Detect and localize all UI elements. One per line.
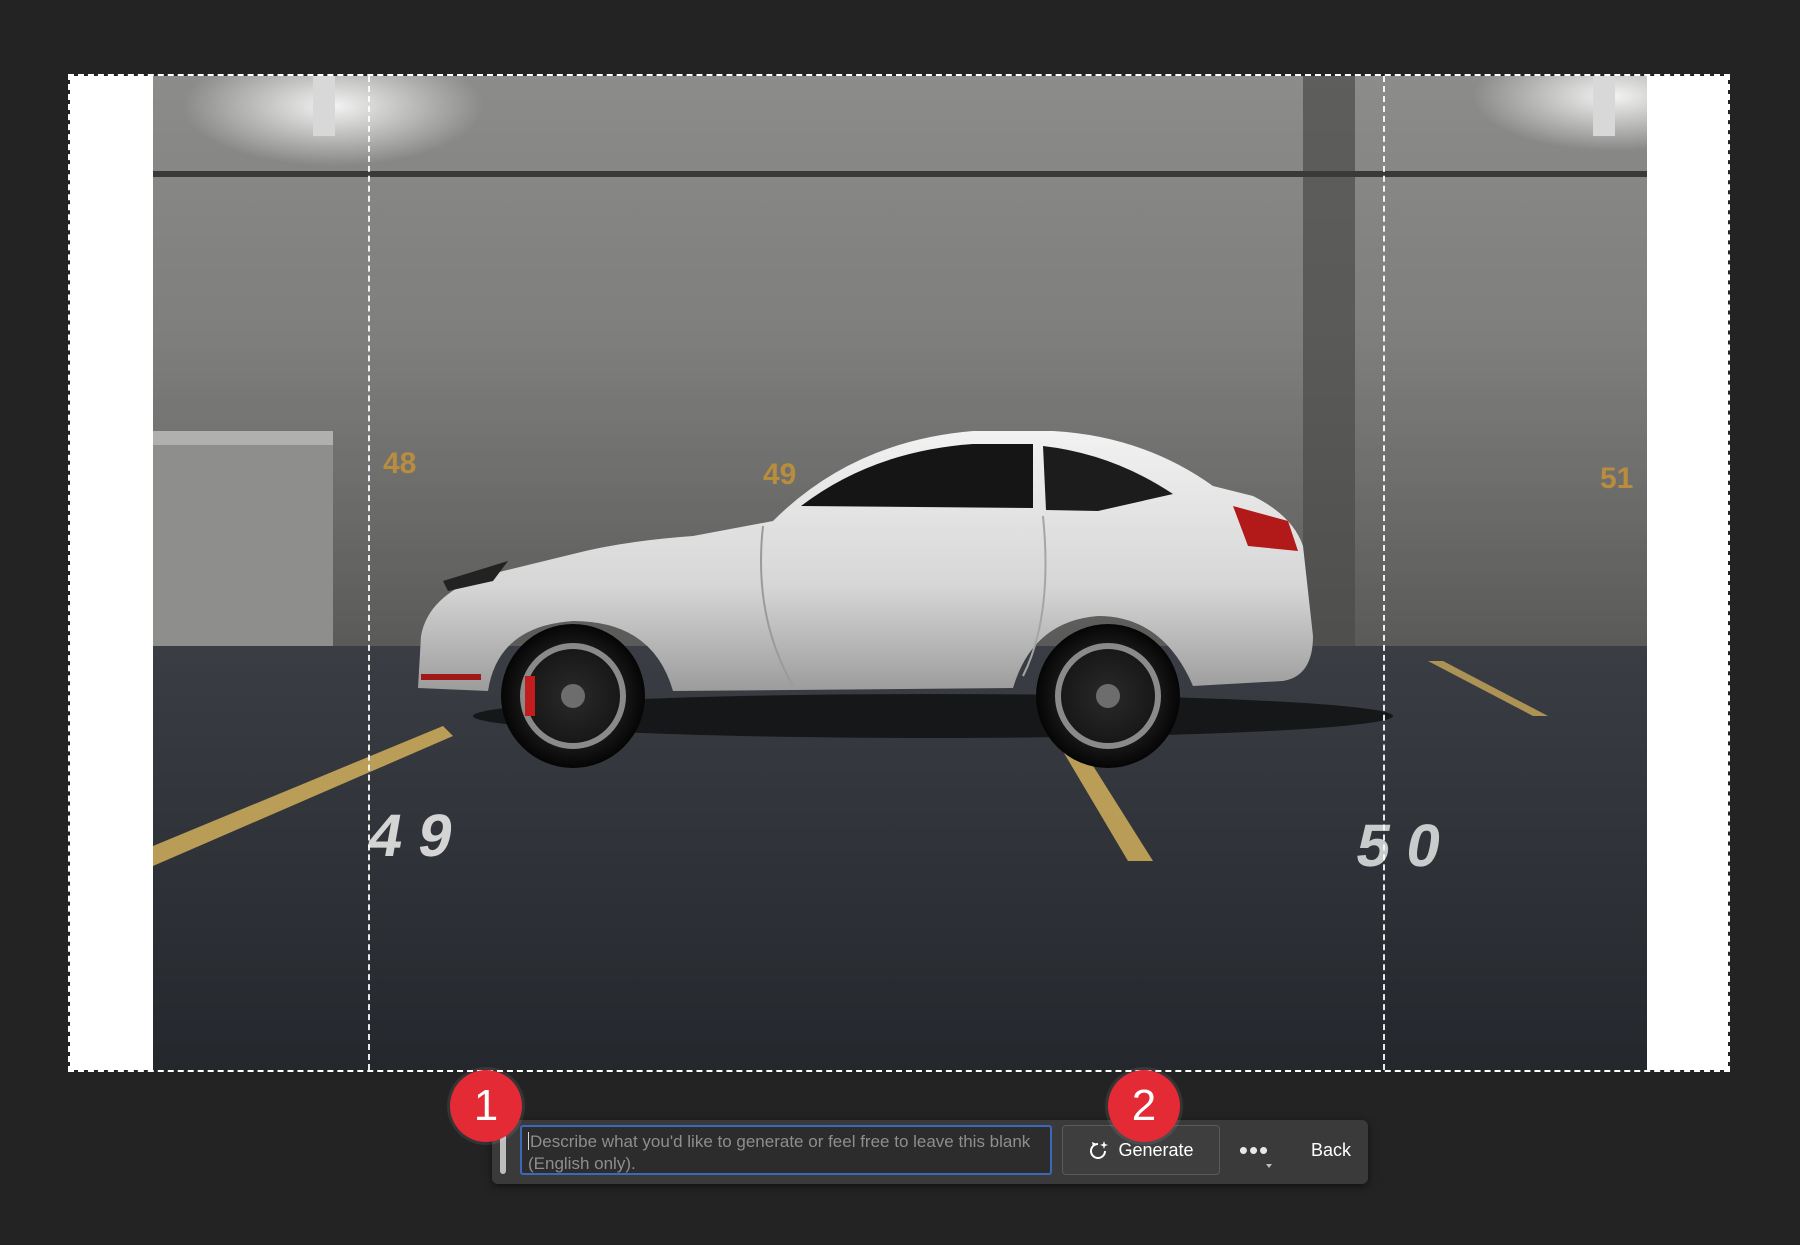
svg-text:51: 51 [1600,462,1633,495]
svg-text:49: 49 [763,458,796,491]
document-canvas[interactable]: 48 49 51 4 9 5 0 [68,74,1730,1072]
svg-text:4 9: 4 9 [363,801,458,868]
selection-edge-left [368,76,370,1070]
annotation-marker-2-label: 2 [1131,1081,1157,1130]
more-dots-icon: ••• [1238,1134,1270,1165]
more-options-button[interactable]: ••• [1236,1128,1272,1172]
svg-text:48: 48 [383,447,416,480]
generative-sparkle-refresh-icon [1088,1139,1110,1161]
back-button[interactable]: Back [1302,1128,1360,1172]
generate-label: Generate [1118,1139,1194,1160]
svg-text:5 0: 5 0 [1351,811,1446,878]
drag-handle[interactable] [500,1134,506,1174]
dropdown-triangle-icon [1266,1164,1272,1168]
selection-edge-right [1383,76,1385,1070]
annotation-marker-2: 2 [1108,1070,1180,1142]
text-caret [528,1132,529,1150]
back-label: Back [1310,1139,1352,1160]
annotation-marker-1: 1 [450,1070,522,1142]
car-photo-graphic: 48 49 51 4 9 5 0 [153,76,1647,1070]
contextual-task-bar: Describe what you'd like to generate or … [492,1120,1368,1184]
prompt-placeholder: Describe what you'd like to generate or … [528,1132,1031,1173]
prompt-input[interactable]: Describe what you'd like to generate or … [520,1125,1052,1175]
car-photo: 48 49 51 4 9 5 0 [153,76,1647,1070]
annotation-marker-1-label: 1 [473,1081,499,1130]
